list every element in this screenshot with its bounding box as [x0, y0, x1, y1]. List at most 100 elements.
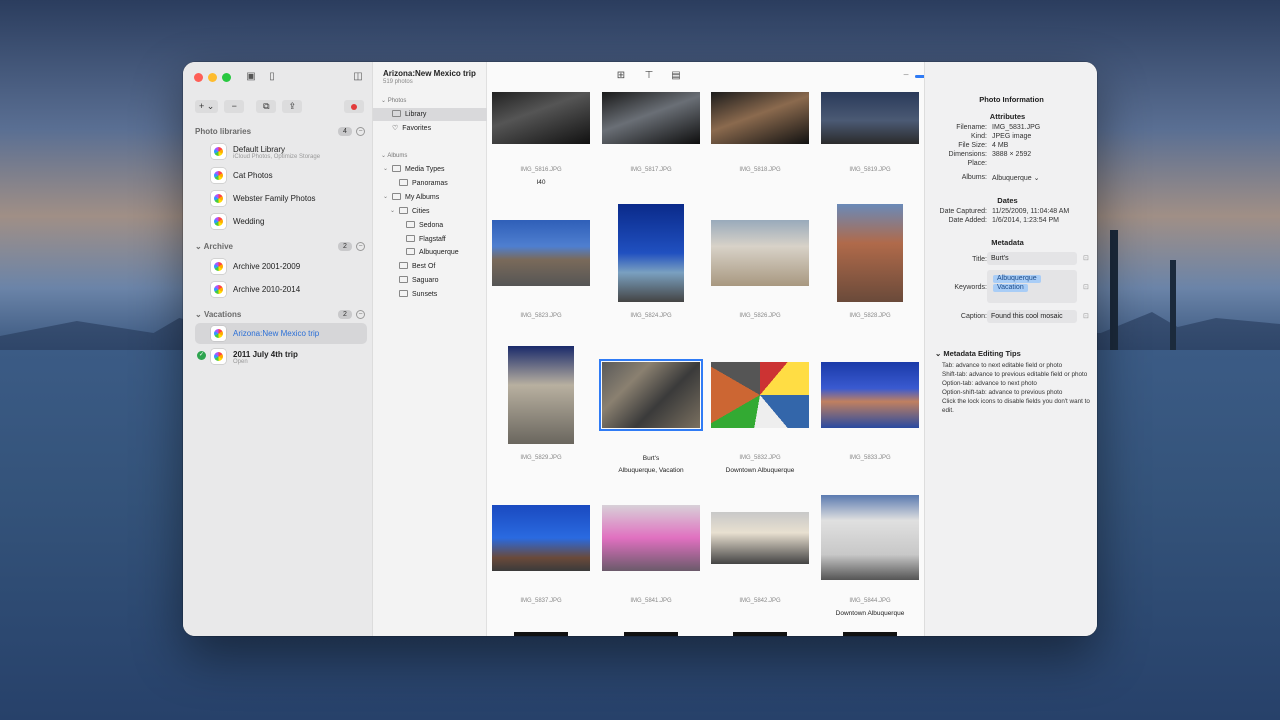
album-label: Best Of [412, 263, 436, 270]
library-item-cat-photos[interactable]: Cat Photos [211, 165, 367, 185]
folder-icon [392, 193, 401, 200]
photo-filename: IMG_5826.JPG [739, 313, 781, 319]
library-name: Arizona:New Mexico trip [233, 329, 320, 338]
collapse-icon[interactable]: − [356, 242, 365, 251]
photo-thumbnail[interactable] [624, 632, 678, 636]
photo-thumbnail[interactable] [599, 359, 703, 431]
library-title: Arizona:New Mexico trip [383, 69, 476, 78]
photo-filename: IMG_5842.JPG [739, 598, 781, 604]
collapse-icon[interactable]: − [356, 310, 365, 319]
album-best-of[interactable]: Best Of [399, 260, 435, 273]
tip-item: Option-shift-tab: advance to previous ph… [942, 389, 1063, 396]
close-button[interactable] [194, 73, 203, 82]
photo-thumbnail[interactable] [602, 92, 700, 144]
photo-thumbnail[interactable] [711, 92, 809, 144]
hierarchy-icon[interactable]: ⊤ [642, 70, 656, 82]
library-icon [392, 110, 401, 117]
sidebar-toggle-icon[interactable]: ◫ [351, 71, 365, 83]
album-sedona[interactable]: Sedona [406, 219, 443, 232]
photo-thumbnail[interactable] [821, 495, 919, 580]
photo-thumbnail[interactable] [843, 632, 897, 636]
library-item-archive-2010[interactable]: Archive 2010-2014 [211, 279, 367, 299]
keyword-token[interactable]: Albuquerque [993, 275, 1041, 283]
photo-thumbnail[interactable] [821, 362, 919, 428]
album-flagstaff[interactable]: Flagstaff [406, 233, 446, 246]
photo-filename: IMG_5816.JPG [520, 167, 562, 173]
zoom-out-icon[interactable]: − [899, 70, 913, 82]
collapse-icon[interactable]: − [356, 127, 365, 136]
library-item-wedding[interactable]: Wedding [211, 211, 367, 231]
section-vacations[interactable]: ⌄ Vacations [195, 310, 241, 319]
photos-heading[interactable]: ⌄ Photos [381, 97, 406, 104]
photo-thumbnail[interactable] [492, 92, 590, 144]
photos-view-icon[interactable]: ▣ [244, 71, 258, 83]
zoom-button[interactable] [222, 73, 231, 82]
photo-thumbnail[interactable] [508, 346, 574, 444]
photo-filename: IMG_5837.JPG [520, 598, 562, 604]
comments-icon[interactable]: ▤ [669, 70, 683, 82]
duplicate-icon[interactable]: ⧉ [256, 100, 277, 113]
photo-thumbnail[interactable] [711, 220, 809, 286]
photo-thumbnail[interactable] [711, 362, 809, 428]
keywords-field[interactable]: Albuquerque Vacation [987, 270, 1077, 303]
tips-heading[interactable]: ⌄ Metadata Editing Tips [935, 349, 1021, 358]
library-item-archive-2001[interactable]: Archive 2001-2009 [211, 256, 367, 276]
library-item-webster-family[interactable]: Webster Family Photos [211, 188, 367, 208]
photo-thumbnail[interactable] [821, 92, 919, 144]
photo-thumbnail[interactable] [733, 632, 787, 636]
kind-value: JPEG image [992, 133, 1032, 140]
photo-thumbnail[interactable] [602, 505, 700, 571]
chevron-down-icon[interactable]: ⌄ [383, 163, 388, 176]
section-photo-libraries[interactable]: Photo libraries [195, 127, 251, 136]
photo-thumbnail[interactable] [837, 204, 903, 302]
album-panoramas[interactable]: Panoramas [399, 177, 448, 190]
album-albuquerque[interactable]: Albuquerque [406, 246, 459, 259]
section-archive[interactable]: ⌄ Archive [195, 242, 233, 251]
lock-icon[interactable]: ⊡ [1083, 254, 1089, 262]
section-count-badge: 2 [338, 310, 352, 319]
photo-thumbnail[interactable] [618, 204, 684, 302]
lock-icon[interactable]: ⊡ [1083, 283, 1089, 291]
album-my-albums[interactable]: ⌄ My Albums [383, 191, 440, 204]
background-tree [1110, 230, 1118, 350]
album-label: Favorites [402, 125, 432, 132]
photo-filename: IMG_5817.JPG [630, 167, 672, 173]
attributes-heading: Attributes [989, 112, 1026, 121]
album-library[interactable]: Library [373, 108, 487, 121]
library-item-default[interactable]: Default Library iCloud Photos, Optimize … [211, 141, 367, 161]
photo-thumbnail[interactable] [492, 505, 590, 571]
record-button[interactable] [344, 100, 364, 113]
chevron-down-icon[interactable]: ⌄ [383, 191, 388, 204]
dimensions-value: 3888 × 2592 [992, 151, 1032, 158]
album-cities[interactable]: ⌄ Cities [390, 205, 430, 218]
tips-list: Tab: advance to next editable field or p… [942, 361, 1092, 415]
album-media-types[interactable]: ⌄ Media Types [383, 163, 445, 176]
albums-heading[interactable]: ⌄ Albums [381, 152, 407, 159]
photos-library-icon [211, 144, 226, 159]
add-library-button[interactable]: + ⌄ [195, 100, 219, 113]
chevron-down-icon[interactable]: ⌄ [390, 205, 395, 218]
caption-field[interactable]: Found this cool mosaic [987, 310, 1077, 323]
lock-icon[interactable]: ⊡ [1083, 312, 1089, 320]
library-name: Wedding [233, 217, 265, 226]
photo-thumbnail[interactable] [711, 512, 809, 564]
grid-layout-icon[interactable]: ⊞ [614, 70, 628, 82]
export-icon[interactable]: ⇪ [282, 100, 303, 113]
library-item-arizona[interactable]: Arizona:New Mexico trip [195, 323, 367, 344]
minimize-button[interactable] [208, 73, 217, 82]
keyword-token[interactable]: Vacation [993, 284, 1028, 292]
remove-library-button[interactable]: − [224, 100, 245, 113]
document-icon[interactable]: ▯ [265, 71, 279, 83]
title-field[interactable]: Burt's [987, 252, 1077, 265]
albums-dropdown[interactable]: Albuquerque ⌄ [992, 174, 1040, 182]
album-favorites[interactable]: ♡ Favorites [392, 122, 431, 135]
photos-library-icon [211, 326, 226, 341]
album-label: My Albums [405, 194, 440, 201]
album-sunsets[interactable]: Sunsets [399, 288, 437, 301]
photo-thumbnail[interactable] [492, 220, 590, 286]
photo-thumbnail[interactable] [514, 632, 568, 636]
album-saguaro[interactable]: Saguaro [399, 274, 438, 287]
photo-filename: IMG_5844.JPG [849, 598, 891, 604]
library-item-july-4th[interactable]: 2011 July 4th trip Open [211, 346, 367, 366]
photos-library-icon [211, 259, 226, 274]
